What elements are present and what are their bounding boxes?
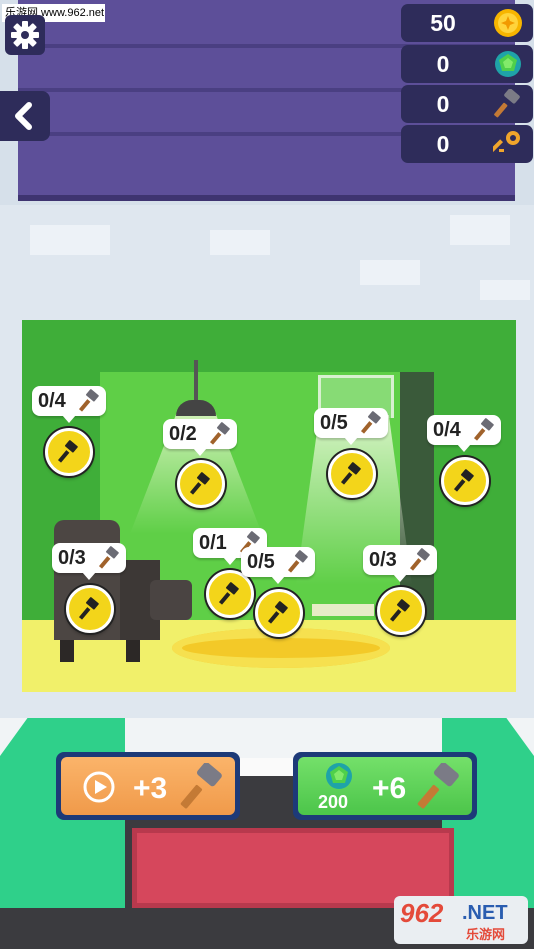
hammer-icon [473, 418, 494, 441]
hammer-icon [180, 763, 222, 809]
sofa-leg [60, 640, 74, 662]
hammer-icon [453, 469, 474, 492]
hammer-icon [287, 550, 308, 573]
hammer-icon [267, 601, 288, 624]
sofa-leg [126, 640, 140, 662]
site-logo: 962 .NET 乐游网 [394, 896, 528, 944]
sofa-footrest [150, 580, 192, 620]
hotspot-counter: 0/3 [363, 545, 437, 582]
hammer-icon [360, 411, 381, 434]
play-icon [83, 771, 115, 803]
hotspot-counter: 0/3 [52, 543, 126, 580]
coins-value: 50 [430, 10, 456, 36]
buy-with-gems-button[interactable]: 200 +6 [293, 752, 477, 820]
hammer-icon [389, 599, 410, 622]
settings-button[interactable] [5, 15, 45, 55]
hammer-icon [98, 546, 119, 569]
gems-counter: 0 [401, 45, 533, 83]
gear-icon [11, 21, 39, 49]
hotspot-counter: 0/4 [427, 415, 501, 452]
hotspot-counter: 0/2 [163, 419, 237, 456]
hammer-icon [189, 472, 210, 495]
gem-reward: +6 [372, 772, 407, 805]
hammer-icon [78, 597, 99, 620]
hammer-icon [417, 763, 459, 809]
hammers-counter: 0 [401, 85, 533, 123]
hotspot-counter: 0/5 [314, 408, 388, 445]
gem-cost: 200 [318, 792, 349, 812]
hammer-spot-button[interactable] [45, 428, 93, 476]
coins-counter: 50 [401, 4, 533, 42]
floor-mat [312, 604, 374, 616]
hammer-spot-button[interactable] [177, 460, 225, 508]
watch-video-button[interactable]: +3 [56, 752, 240, 820]
coin-icon [494, 9, 522, 37]
hammer-spot-button[interactable] [255, 589, 303, 637]
keys-value: 0 [436, 131, 450, 157]
hammer-icon [209, 422, 230, 445]
hammer-icon [409, 548, 430, 571]
chevron-left-icon [15, 102, 32, 130]
key-icon [493, 131, 520, 154]
gem-icon [326, 763, 352, 789]
hammer-icon [218, 582, 239, 605]
hotspot-counter: 0/5 [241, 547, 315, 584]
hotspot-counter: 0/4 [32, 386, 106, 423]
hammer-icon [57, 440, 78, 463]
gem-icon [495, 51, 521, 77]
hammer-spot-button[interactable] [328, 450, 376, 498]
hammer-spot-button[interactable] [377, 587, 425, 635]
hammer-spot-button[interactable] [206, 570, 254, 618]
hammer-icon [78, 389, 99, 412]
hammers-value: 0 [436, 91, 450, 117]
keys-counter: 0 [401, 125, 533, 163]
hammer-spot-button[interactable] [441, 457, 489, 505]
video-reward: +3 [133, 772, 168, 805]
back-button[interactable] [0, 91, 50, 141]
hammer-icon [494, 89, 520, 118]
gems-value: 0 [436, 51, 450, 77]
hammer-icon [340, 462, 361, 485]
hammer-spot-button[interactable] [66, 585, 114, 633]
